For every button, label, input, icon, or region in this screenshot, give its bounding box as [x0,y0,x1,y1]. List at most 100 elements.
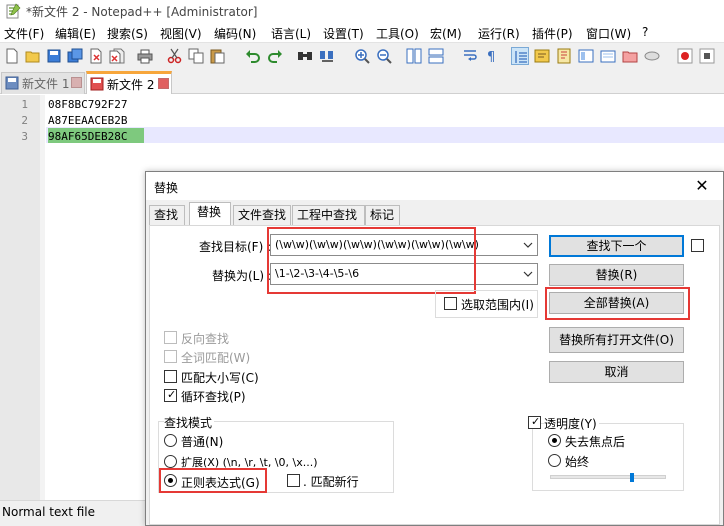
save-icon[interactable] [45,47,63,65]
wrap-around-checkbox[interactable]: ✓ [164,389,177,402]
menu-search[interactable]: 搜索(S) [107,25,148,42]
menu-language[interactable]: 语言(L) [271,25,311,42]
document-list-icon[interactable] [643,47,661,65]
cancel-button[interactable]: 取消 [549,361,684,383]
transparency-always-label: 始终 [565,455,590,469]
copy-icon[interactable] [187,47,205,65]
dot-matches-newline-checkbox[interactable] [287,474,300,487]
saved-file-icon [5,76,19,90]
tab-close-icon[interactable] [158,78,169,89]
highlight-find-replace-box [267,227,476,294]
open-file-icon[interactable] [24,47,42,65]
whole-word-checkbox[interactable] [164,350,177,363]
replace-all-open-files-button[interactable]: 替换所有打开文件(O) [549,327,684,353]
transparency-slider-track[interactable] [550,473,666,482]
mode-extended-radio[interactable] [164,455,177,468]
transparency-label: 透明度(Y) [544,415,599,432]
mode-normal-radio[interactable] [164,434,177,447]
code-line[interactable]: 08F8BC792F27 [48,98,127,111]
whole-word-label: 全词匹配(W) [181,351,251,365]
line-number: 3 [21,130,28,143]
monitoring-icon[interactable] [621,47,639,65]
code-line[interactable]: A87EEAACEB2B [48,114,127,127]
match-case-checkbox[interactable] [164,370,177,383]
find-next-button[interactable]: 查找下一个 [549,235,684,257]
menu-tools[interactable]: 工具(O) [376,25,419,42]
file-type-status: Normal text file [2,505,96,519]
cut-icon[interactable] [166,47,184,65]
transparency-lose-focus-radio[interactable] [548,434,561,447]
menu-file[interactable]: 文件(F) [4,25,44,42]
line-number-gutter: 1 2 3 [0,95,40,500]
dialog-close-icon[interactable]: ✕ [693,177,711,195]
fold-margin [40,95,45,500]
menu-plugins[interactable]: 插件(P) [532,25,573,42]
wrap-around-label: 循环查找(P) [181,390,246,404]
code-line[interactable]: 98AF65DEB28C [48,130,127,143]
radio-selected-dot [552,438,557,443]
tab-mark[interactable]: 标记 [365,205,400,225]
tab-label: 新文件 2 [107,78,155,92]
dialog-title: 替换 [154,181,179,195]
find-icon[interactable] [296,47,314,65]
transparency-always-radio[interactable] [548,454,561,467]
checkmark-icon: ✓ [167,388,177,401]
menu-settings[interactable]: 设置(T) [323,25,364,42]
menu-help[interactable]: ? [642,25,648,39]
sync-vertical-icon[interactable] [405,47,423,65]
folder-workspace-icon[interactable] [599,47,617,65]
word-wrap-icon[interactable] [461,47,479,65]
replace-button[interactable]: 替换(R) [549,264,684,286]
save-all-icon[interactable] [66,47,84,65]
print-icon[interactable] [136,47,154,65]
tab-replace[interactable]: 替换 [189,202,231,226]
backward-label: 反向查找 [181,332,230,346]
notepadpp-app-icon [5,3,21,19]
unsaved-file-icon [90,77,104,91]
tab-find-in-projects[interactable]: 工程中查找 [292,205,365,225]
menu-edit[interactable]: 编辑(E) [55,25,96,42]
find-what-label: 查找目标(F) : [199,240,272,254]
sync-horizontal-icon[interactable] [427,47,445,65]
tab-new-file-1[interactable]: 新文件 1 [1,72,85,94]
in-selection-checkbox[interactable] [444,297,457,310]
show-all-chars-icon[interactable]: ¶ [483,47,501,65]
tab-close-icon[interactable] [71,77,82,88]
search-mode-title: 查找模式 [164,414,215,431]
highlight-replace-all-box [545,287,690,320]
menu-run[interactable]: 运行(R) [478,25,520,42]
menu-window[interactable]: 窗口(W) [586,25,631,42]
replace-dialog: 替换 ✕ 查找 替换 文件查找 工程中查找 标记 查找目标(F) : (\w\w… [145,171,724,526]
close-icon[interactable] [87,47,105,65]
redo-icon[interactable] [266,47,284,65]
undo-icon[interactable] [244,47,262,65]
line-number: 1 [21,98,28,111]
menu-encoding[interactable]: 编码(N) [214,25,256,42]
zoom-out-icon[interactable] [375,47,393,65]
paste-icon[interactable] [208,47,226,65]
indent-guide-icon[interactable] [511,47,529,65]
transparency-slider-thumb[interactable] [630,473,634,482]
menu-view[interactable]: 视图(V) [160,25,202,42]
record-macro-icon[interactable] [676,47,694,65]
chevron-down-icon[interactable] [523,239,533,251]
tab-find[interactable]: 查找 [149,205,185,225]
user-language-icon[interactable] [533,47,551,65]
menu-macro[interactable]: 宏(M) [430,25,462,42]
close-all-icon[interactable] [108,47,126,65]
find-next-option-checkbox[interactable] [691,239,704,252]
doc-map-icon[interactable] [555,47,573,65]
backward-checkbox[interactable] [164,331,177,344]
transparency-checkbox[interactable]: ✓ [528,416,541,429]
stop-record-icon[interactable] [698,47,716,65]
function-list-icon[interactable] [577,47,595,65]
zoom-in-icon[interactable] [353,47,371,65]
document-tab-bar: 新文件 1 新文件 2 [0,68,724,94]
tab-new-file-2[interactable]: 新文件 2 [86,71,172,94]
dot-matches-newline-label: . 匹配新行 [303,475,359,489]
replace-icon[interactable] [318,47,336,65]
tab-find-in-files[interactable]: 文件查找 [233,205,291,225]
new-file-icon[interactable] [3,47,21,65]
chevron-down-icon[interactable] [523,268,533,280]
window-title: *新文件 2 - Notepad++ [Administrator] [26,5,258,19]
